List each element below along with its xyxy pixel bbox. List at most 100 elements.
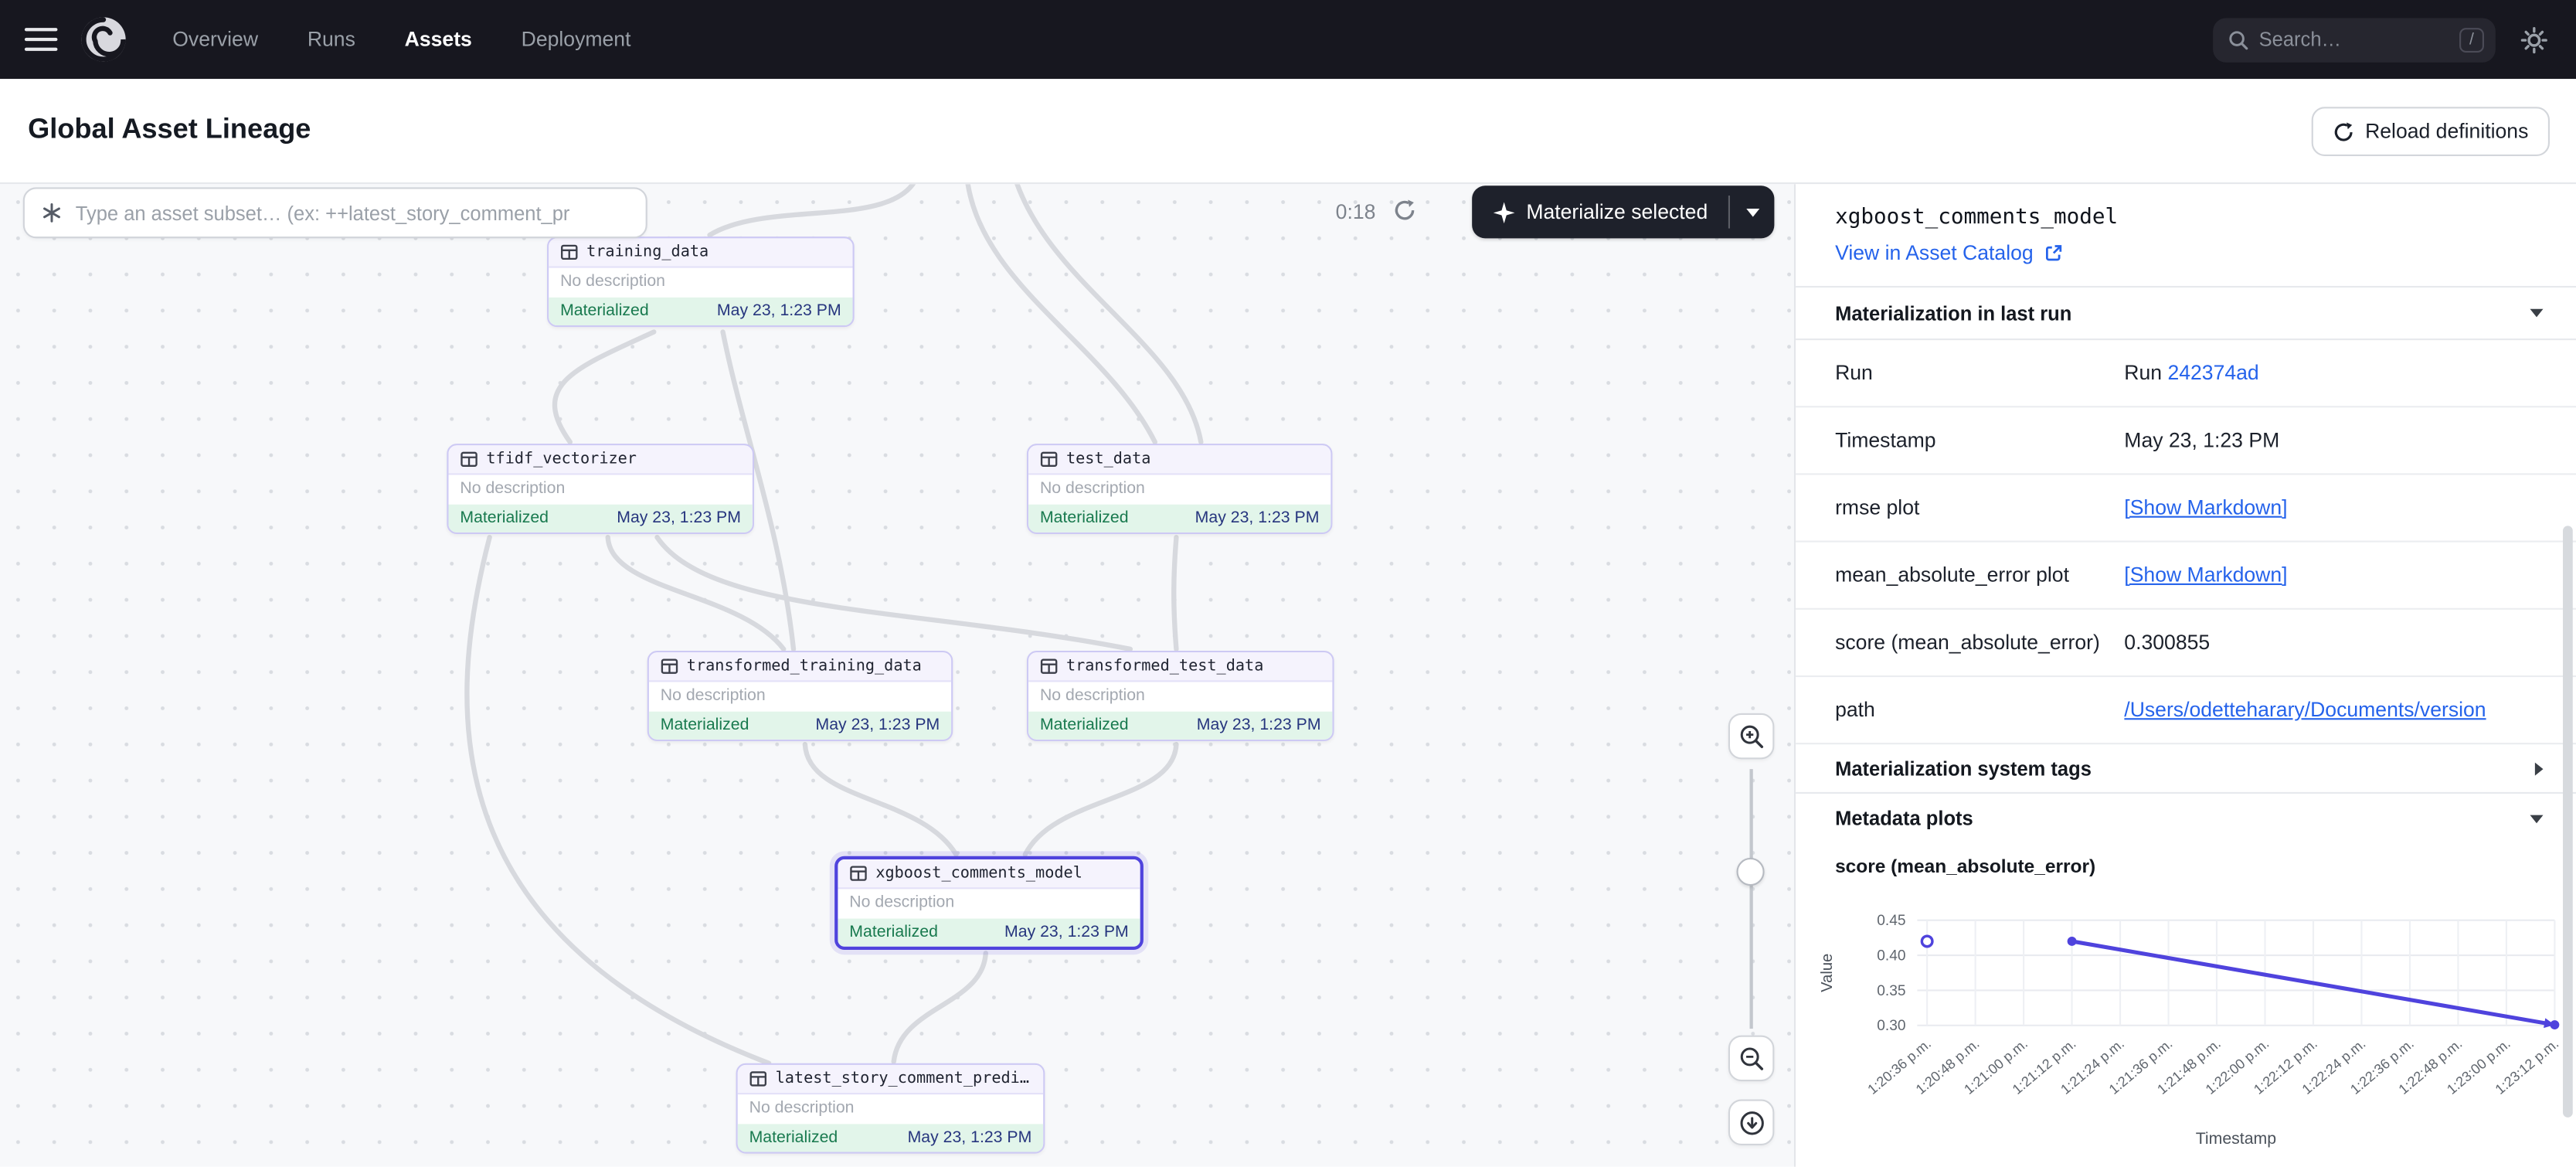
row-value: [Show Markdown] (2124, 496, 2576, 519)
refresh-countdown: 0:18 (1336, 200, 1376, 223)
materialization-timestamp: May 23, 1:23 PM (1004, 924, 1129, 941)
asset-node-transformed-training-data[interactable]: transformed_training_data No description… (647, 651, 953, 741)
nav-item-overview[interactable]: Overview (172, 28, 258, 51)
asset-node-description: No description (738, 1094, 1043, 1124)
show-markdown-link[interactable]: [Show Markdown] (2124, 563, 2287, 587)
table-icon (749, 1070, 767, 1087)
materialization-timestamp: May 23, 1:23 PM (1195, 509, 1320, 527)
asset-node-name: latest_story_comment_predictions (776, 1070, 1032, 1087)
asset-node-transformed-test-data[interactable]: transformed_test_data No description Mat… (1027, 651, 1334, 741)
materialization-timestamp: May 23, 1:23 PM (1197, 716, 1321, 734)
dagster-logo-icon[interactable] (79, 15, 128, 64)
svg-text:Timestamp: Timestamp (2196, 1129, 2276, 1148)
chevron-down-icon (2530, 815, 2544, 823)
asset-details-panel: xgboost_comments_model View in Asset Cat… (1794, 184, 2576, 1167)
section-materialization-system-tags[interactable]: Materialization system tags (1796, 744, 2576, 794)
asset-node-test-data[interactable]: test_data No description Materialized Ma… (1027, 444, 1332, 534)
asset-node-latest-story-comment-predictions[interactable]: latest_story_comment_predictions No desc… (736, 1063, 1045, 1154)
view-in-asset-catalog-link[interactable]: View in Asset Catalog (1835, 242, 2063, 265)
external-link-icon (2043, 243, 2063, 264)
materialize-options-dropdown[interactable] (1731, 185, 1775, 238)
table-row: score (mean_absolute_error) 0.300855 (1796, 610, 2576, 677)
svg-text:0.40: 0.40 (1877, 948, 1905, 964)
svg-text:0.30: 0.30 (1877, 1018, 1905, 1034)
settings-gear-icon[interactable] (2520, 26, 2548, 53)
recenter-view-button[interactable] (1728, 1099, 1775, 1145)
refresh-icon[interactable] (1393, 199, 1416, 222)
panel-scrollbar[interactable] (2563, 526, 2573, 1117)
show-markdown-link[interactable]: [Show Markdown] (2124, 496, 2287, 519)
materialize-sparkle-icon (1494, 201, 1515, 223)
asset-node-name: transformed_test_data (1066, 658, 1263, 675)
row-key: score (mean_absolute_error) (1796, 631, 2124, 654)
asset-node-description: No description (1028, 682, 1332, 711)
reload-definitions-button[interactable]: Reload definitions (2311, 107, 2550, 156)
table-icon (560, 243, 578, 261)
asset-node-name: tfidf_vectorizer (486, 451, 637, 468)
zoom-slider-track (1750, 769, 1753, 1029)
table-row: mean_absolute_error plot [Show Markdown] (1796, 543, 2576, 610)
table-icon (849, 864, 867, 882)
row-key: mean_absolute_error plot (1796, 563, 2124, 587)
materialized-badge: Materialized (749, 1129, 838, 1147)
chevron-right-icon (2535, 762, 2544, 775)
row-value: /Users/odetteharary/Documents/version (2124, 699, 2576, 722)
section-materialization-in-last-run[interactable]: Materialization in last run (1796, 286, 2576, 340)
table-icon (1040, 451, 1058, 468)
materialize-selected-button[interactable]: Materialize selected (1472, 185, 1729, 238)
search-shortcut-key: / (2459, 27, 2484, 52)
metadata-plot: 0.300.350.400.451:20:36 p.m.1:20:48 p.m.… (1812, 887, 2568, 1152)
table-icon (1040, 658, 1058, 675)
row-key: path (1796, 699, 2124, 722)
asset-node-description: No description (649, 682, 951, 711)
row-value: May 23, 1:23 PM (2124, 429, 2576, 452)
menu-icon[interactable] (25, 22, 58, 58)
nav-item-deployment[interactable]: Deployment (522, 28, 631, 51)
filter-expression-icon (41, 202, 63, 224)
asset-node-description: No description (838, 889, 1140, 918)
asset-node-name: xgboost_comments_model (875, 864, 1082, 882)
page-header: Global Asset Lineage Reload definitions (0, 79, 2576, 184)
asset-subset-input[interactable] (76, 201, 630, 224)
zoom-in-button[interactable] (1728, 713, 1775, 760)
asset-node-description: No description (1028, 475, 1330, 505)
materialization-timestamp: May 23, 1:23 PM (816, 716, 940, 734)
chevron-down-icon (1746, 208, 1759, 216)
nav-item-assets[interactable]: Assets (405, 28, 472, 51)
asset-node-tfidf-vectorizer[interactable]: tfidf_vectorizer No description Material… (447, 444, 754, 534)
asset-node-xgboost-comments-model[interactable]: xgboost_comments_model No description Ma… (834, 856, 1144, 950)
global-search[interactable]: / (2213, 17, 2496, 61)
nav-item-runs[interactable]: Runs (308, 28, 355, 51)
materialization-timestamp: May 23, 1:23 PM (908, 1129, 1032, 1147)
materialized-badge: Materialized (1040, 509, 1129, 527)
path-link[interactable]: /Users/odetteharary/Documents/version (2124, 699, 2486, 722)
nav-links: Overview Runs Assets Deployment (172, 28, 630, 51)
table-row: rmse plot [Show Markdown] (1796, 475, 2576, 543)
dagster-app: Overview Runs Assets Deployment / Global… (0, 0, 2576, 1167)
asset-title: xgboost_comments_model (1835, 206, 2537, 230)
materialized-badge: Materialized (1040, 716, 1129, 734)
row-key: Timestamp (1796, 429, 2124, 452)
section-metadata-plots[interactable]: Metadata plots (1796, 794, 2576, 843)
row-key: Run (1796, 362, 2124, 385)
row-key: rmse plot (1796, 496, 2124, 519)
materialize-selected-split-button: Materialize selected (1472, 185, 1775, 238)
zoom-out-button[interactable] (1728, 1036, 1775, 1082)
svg-text:0.45: 0.45 (1877, 913, 1905, 929)
asset-node-training-data[interactable]: training_data No description Materialize… (547, 236, 855, 327)
zoom-slider-handle[interactable] (1736, 858, 1764, 886)
asset-node-description: No description (549, 268, 852, 298)
svg-text:Value: Value (1819, 954, 1836, 992)
asset-lineage-canvas[interactable]: 0:18 Materialize selected training_data … (0, 184, 1794, 1167)
table-row: path /Users/odetteharary/Documents/versi… (1796, 677, 2576, 744)
chevron-down-icon (2530, 309, 2544, 318)
asset-node-description: No description (448, 475, 752, 505)
table-icon (460, 451, 477, 468)
materialization-timestamp: May 23, 1:23 PM (717, 302, 841, 320)
asset-subset-filter[interactable] (23, 187, 647, 238)
row-value: Run 242374ad (2124, 362, 2576, 385)
svg-text:0.35: 0.35 (1877, 983, 1905, 999)
search-input[interactable] (2259, 28, 2450, 51)
run-id-link[interactable]: 242374ad (2167, 362, 2258, 385)
asset-node-name: transformed_training_data (687, 658, 922, 675)
